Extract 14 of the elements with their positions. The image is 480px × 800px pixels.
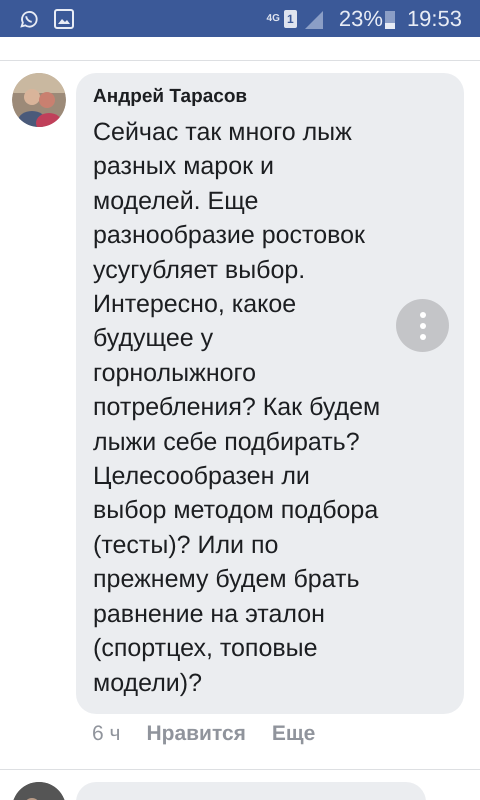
avatar: [12, 73, 66, 127]
comment-text: Сейчас так много лыж разных марок и моделей. Еще разнообразие ростовок усугубляет выбор. Интересно, какое будущее у горнолыжного потребления? Как будем лыжи себе подбирать? Целесообразен ли выбор методом подбора (тесты)? Или по прежнему будем брать равнение на эталон (спортцех, топовые модели)?: [93, 117, 380, 698]
author-name[interactable]: Андрей Тарасов: [93, 85, 454, 109]
battery-percent: 23%: [338, 5, 383, 33]
image-icon: [54, 8, 74, 28]
like-link[interactable]: Нравится: [146, 718, 246, 750]
network-label: 4G: [266, 14, 280, 24]
comment-time: 6 ч: [92, 720, 120, 747]
sim-label: 1: [284, 10, 297, 28]
clock: 19:53: [406, 5, 462, 33]
signal-icon: [302, 8, 325, 28]
battery-icon: [384, 8, 395, 28]
more-icon: [420, 312, 426, 340]
more-link[interactable]: Еще: [272, 718, 316, 750]
